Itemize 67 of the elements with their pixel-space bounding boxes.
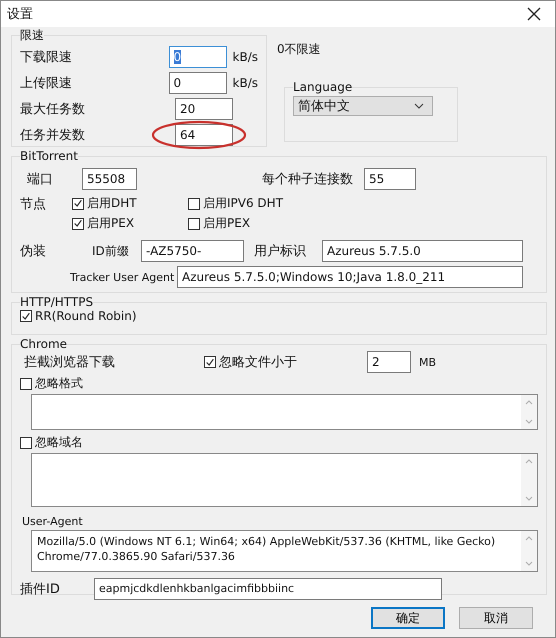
checkbox-label: 忽略格式 xyxy=(35,375,83,392)
connections-field[interactable]: 55 xyxy=(364,168,416,190)
field-label: 用户标识 xyxy=(254,243,307,260)
checkbox-label: 忽略域名 xyxy=(35,434,83,451)
field-label: 最大任务数 xyxy=(20,101,86,118)
close-icon[interactable] xyxy=(527,7,541,21)
input-field[interactable]: 20 xyxy=(175,98,233,120)
field-label: 拦截浏览器下载 xyxy=(23,354,116,371)
field-label: ID前缀 xyxy=(92,242,130,260)
unit-label: kB/s xyxy=(232,50,258,64)
dialog-button[interactable]: 确定 xyxy=(371,607,445,629)
scroll-up-icon[interactable] xyxy=(525,536,533,541)
scrollbar[interactable] xyxy=(521,395,537,429)
field-label: 节点 xyxy=(20,196,47,214)
checkbox[interactable] xyxy=(188,198,200,210)
scroll-down-icon[interactable] xyxy=(525,561,533,566)
field-label: 伪装 xyxy=(20,243,47,260)
field-label: 下载限速 xyxy=(20,49,73,66)
chevron-down-icon xyxy=(414,103,424,109)
unit-label: kB/s xyxy=(232,76,258,90)
scroll-up-icon[interactable] xyxy=(525,459,533,464)
checkbox[interactable] xyxy=(20,310,32,322)
group-title: HTTP/HTTPS xyxy=(20,295,94,309)
checkbox[interactable] xyxy=(204,356,216,368)
size-field[interactable]: 2 xyxy=(367,351,411,373)
scrollbar[interactable] xyxy=(521,454,537,506)
group-title: Language xyxy=(293,80,352,94)
hint-text: 0不限速 xyxy=(277,41,322,58)
field-label: 上传限速 xyxy=(20,75,73,92)
checkbox-label: 启用PEX xyxy=(203,215,250,232)
port-field[interactable]: 55508 xyxy=(82,168,137,190)
checkbox[interactable] xyxy=(72,198,84,210)
id-prefix-field[interactable]: -AZ5750- xyxy=(141,240,244,262)
user-id-field[interactable]: Azureus 5.7.5.0 xyxy=(322,240,523,262)
checkbox[interactable] xyxy=(72,218,84,230)
language-dropdown[interactable]: 简体中文 xyxy=(293,96,433,116)
field-label: 插件ID xyxy=(20,581,61,598)
text-area[interactable] xyxy=(31,394,538,430)
group-title: Chrome xyxy=(20,337,68,351)
input-field[interactable]: 0 xyxy=(168,72,227,94)
input-field[interactable]: 64 xyxy=(175,124,233,146)
plugin-id-field[interactable]: eapmjcdkdlenhkbanlgacimfibbbiinc xyxy=(94,578,442,600)
checkbox[interactable] xyxy=(20,436,32,448)
scrollbar[interactable] xyxy=(521,531,537,571)
checkbox-label: RR(Round Robin) xyxy=(35,309,137,323)
unit-label: MB xyxy=(419,356,436,368)
scroll-down-icon[interactable] xyxy=(525,496,533,501)
group-title: BitTorrent xyxy=(20,149,78,163)
checkbox-label: 启用DHT xyxy=(87,195,137,212)
field-label: Tracker User Agent xyxy=(70,270,176,284)
checkbox-label: 忽略文件小于 xyxy=(219,354,297,371)
field-label: User-Agent xyxy=(22,515,84,528)
checkbox[interactable] xyxy=(20,378,32,390)
window-title: 设置 xyxy=(7,6,33,23)
checkbox-label: 启用PEX xyxy=(87,215,134,232)
scroll-down-icon[interactable] xyxy=(525,419,533,424)
checkbox[interactable] xyxy=(188,218,200,230)
text-area[interactable] xyxy=(31,453,538,507)
field-label: 端口 xyxy=(26,171,54,188)
checkbox-label: 启用IPV6 DHT xyxy=(203,195,284,212)
dialog-button[interactable]: 取消 xyxy=(459,607,533,629)
field-label: 每个种子连接数 xyxy=(262,171,354,188)
scroll-up-icon[interactable] xyxy=(525,400,533,405)
group-title: 限速 xyxy=(20,27,44,44)
input-field[interactable]: 0 xyxy=(168,46,227,68)
field-label: 任务并发数 xyxy=(20,127,86,144)
tracker-user-agent-field[interactable]: Azureus 5.7.5.0;Windows 10;Java 1.8.0_211 xyxy=(177,266,523,288)
